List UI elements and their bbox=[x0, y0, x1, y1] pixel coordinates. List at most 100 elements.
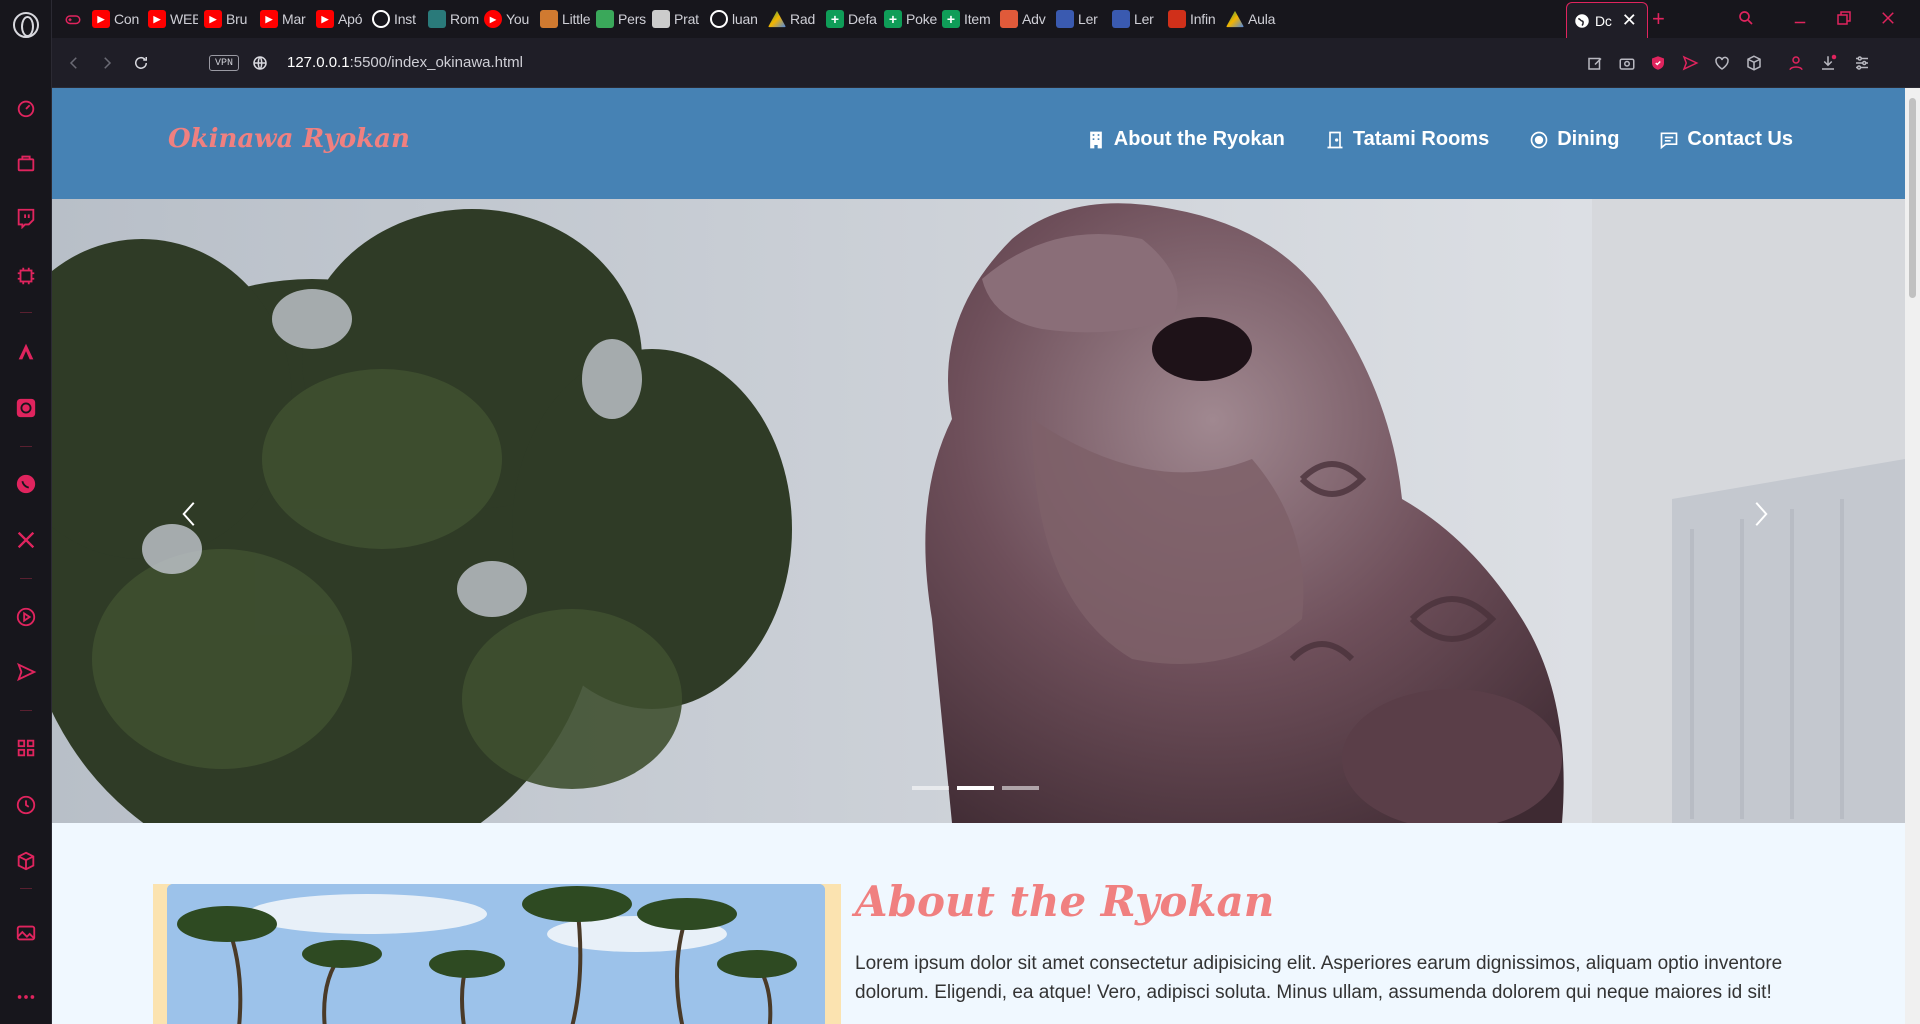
forward-button[interactable] bbox=[95, 51, 119, 75]
tab-item[interactable]: luan bbox=[710, 6, 764, 32]
tab-title: Aula bbox=[1248, 11, 1276, 27]
shopping-icon[interactable] bbox=[14, 151, 38, 175]
apps-grid-icon[interactable] bbox=[14, 736, 38, 760]
tab-title: Rom bbox=[450, 11, 479, 27]
download-icon[interactable] bbox=[1816, 51, 1840, 75]
chip-icon[interactable] bbox=[14, 264, 38, 288]
whatsapp-icon[interactable] bbox=[14, 472, 38, 496]
google-drive-icon bbox=[768, 10, 786, 28]
send-icon[interactable] bbox=[14, 660, 38, 684]
gallery-icon[interactable] bbox=[14, 921, 38, 945]
site-icon bbox=[596, 10, 614, 28]
tab-title: luan bbox=[732, 11, 758, 27]
tab-title: Little bbox=[562, 11, 591, 27]
site-navbar: Okinawa Ryokan About the Ryokan Tatami R… bbox=[52, 88, 1905, 199]
tab-item[interactable]: ▶ Mar bbox=[260, 6, 310, 32]
nav-contact[interactable]: Contact Us bbox=[1659, 128, 1793, 151]
palm-trees-image bbox=[167, 884, 825, 1024]
tab-item[interactable]: ▶ WEB bbox=[148, 6, 198, 32]
tab-item[interactable]: + Defa bbox=[826, 6, 880, 32]
player-icon[interactable] bbox=[14, 605, 38, 629]
tab-item[interactable]: + Item bbox=[942, 6, 996, 32]
tab-title: Con bbox=[114, 11, 140, 27]
tab-item[interactable]: Pers bbox=[596, 6, 648, 32]
tab-item[interactable]: Aula bbox=[1226, 6, 1280, 32]
search-tabs-icon[interactable] bbox=[1734, 6, 1758, 30]
nav-tatami[interactable]: Tatami Rooms bbox=[1325, 128, 1489, 151]
more-icon[interactable] bbox=[14, 985, 38, 1009]
chatgpt-icon[interactable] bbox=[14, 396, 38, 420]
tab-item[interactable]: ▶ You bbox=[484, 6, 536, 32]
site-info-icon[interactable] bbox=[248, 51, 272, 75]
url-field[interactable]: 127.0.0.1:5500/index_okinawa.html bbox=[287, 54, 523, 71]
sheets-icon: + bbox=[942, 10, 960, 28]
x-twitter-icon[interactable] bbox=[14, 528, 38, 552]
carousel-next-button[interactable] bbox=[1740, 489, 1780, 539]
heart-icon[interactable] bbox=[1710, 51, 1734, 75]
tab-item[interactable]: Adv bbox=[1000, 6, 1052, 32]
tab-item[interactable]: Ler bbox=[1112, 6, 1164, 32]
carousel-indicator[interactable] bbox=[912, 786, 949, 790]
plate-icon bbox=[1530, 131, 1548, 148]
sidebar-divider bbox=[20, 888, 32, 889]
close-window-button[interactable] bbox=[1876, 6, 1900, 30]
snapshot-edit-icon[interactable] bbox=[1583, 51, 1607, 75]
tab-item[interactable]: ▶ Apó bbox=[316, 6, 366, 32]
profile-icon[interactable] bbox=[1784, 51, 1808, 75]
tab-item[interactable]: Inst bbox=[372, 6, 424, 32]
tab-title: Rad bbox=[790, 11, 816, 27]
camera-icon[interactable] bbox=[1615, 51, 1639, 75]
page-viewport: Okinawa Ryokan About the Ryokan Tatami R… bbox=[52, 88, 1905, 1024]
url-host: 127.0.0.1 bbox=[287, 54, 350, 71]
tab-item[interactable]: Little bbox=[540, 6, 594, 32]
tab-item[interactable]: Prat bbox=[652, 6, 704, 32]
scroll-thumb[interactable] bbox=[1909, 98, 1916, 298]
aria-icon[interactable] bbox=[14, 340, 38, 364]
back-button[interactable] bbox=[62, 51, 86, 75]
site-brand[interactable]: Okinawa Ryokan bbox=[168, 124, 410, 154]
youtube-icon: ▶ bbox=[260, 10, 278, 28]
easy-setup-icon[interactable] bbox=[1850, 51, 1874, 75]
close-tab-icon[interactable]: ✕ bbox=[1622, 10, 1637, 31]
shield-icon[interactable] bbox=[1646, 51, 1670, 75]
flow-send-icon[interactable] bbox=[1678, 51, 1702, 75]
youtube-icon: ▶ bbox=[92, 10, 110, 28]
extensions-cube-icon[interactable] bbox=[1742, 51, 1766, 75]
chevron-right-icon bbox=[1755, 502, 1768, 526]
github-icon bbox=[372, 10, 390, 28]
tab-active[interactable]: Dc ✕ bbox=[1566, 2, 1648, 38]
tab-game[interactable] bbox=[64, 6, 82, 32]
cube-icon[interactable] bbox=[14, 849, 38, 873]
sidebar-divider bbox=[20, 312, 32, 313]
tab-bar: Dc ✕ + ▶ Con ▶ WEB ▶ Bru ▶ Mar ▶ Apó Inst Rom ▶ You Li… bbox=[52, 0, 1920, 38]
youtube-icon: ▶ bbox=[316, 10, 334, 28]
nav-about[interactable]: About the Ryokan bbox=[1086, 128, 1285, 151]
carousel-indicator[interactable] bbox=[1002, 786, 1039, 790]
site-icon bbox=[1112, 10, 1130, 28]
door-icon bbox=[1327, 131, 1343, 148]
carousel-indicator[interactable] bbox=[957, 786, 994, 790]
chat-icon bbox=[1661, 132, 1678, 149]
restore-button[interactable] bbox=[1832, 6, 1856, 30]
tab-item[interactable]: ▶ Bru bbox=[204, 6, 254, 32]
carousel-prev-button[interactable] bbox=[170, 489, 210, 539]
reload-button[interactable] bbox=[129, 51, 153, 75]
tab-item[interactable]: ▶ Con bbox=[92, 6, 142, 32]
address-bar: VPN 127.0.0.1:5500/index_okinawa.html bbox=[52, 38, 1920, 88]
tab-item[interactable]: + Poke bbox=[884, 6, 938, 32]
vpn-badge[interactable]: VPN bbox=[209, 55, 239, 71]
page-scrollbar[interactable] bbox=[1905, 88, 1920, 1024]
tab-item[interactable]: Infin bbox=[1168, 6, 1222, 32]
minimize-button[interactable] bbox=[1788, 6, 1812, 30]
twitch-icon[interactable] bbox=[14, 206, 38, 230]
new-tab-button[interactable]: + bbox=[1652, 6, 1665, 32]
about-text: Lorem ipsum dolor sit amet consectetur a… bbox=[855, 953, 1783, 1003]
opera-logo-icon[interactable] bbox=[13, 12, 39, 38]
nav-dining[interactable]: Dining bbox=[1529, 128, 1619, 151]
speed-dial-icon[interactable] bbox=[14, 96, 38, 120]
tab-item[interactable]: Rad bbox=[768, 6, 822, 32]
history-icon[interactable] bbox=[14, 793, 38, 817]
tab-item[interactable]: Ler bbox=[1056, 6, 1108, 32]
site-icon bbox=[1056, 10, 1074, 28]
tab-item[interactable]: Rom bbox=[428, 6, 480, 32]
